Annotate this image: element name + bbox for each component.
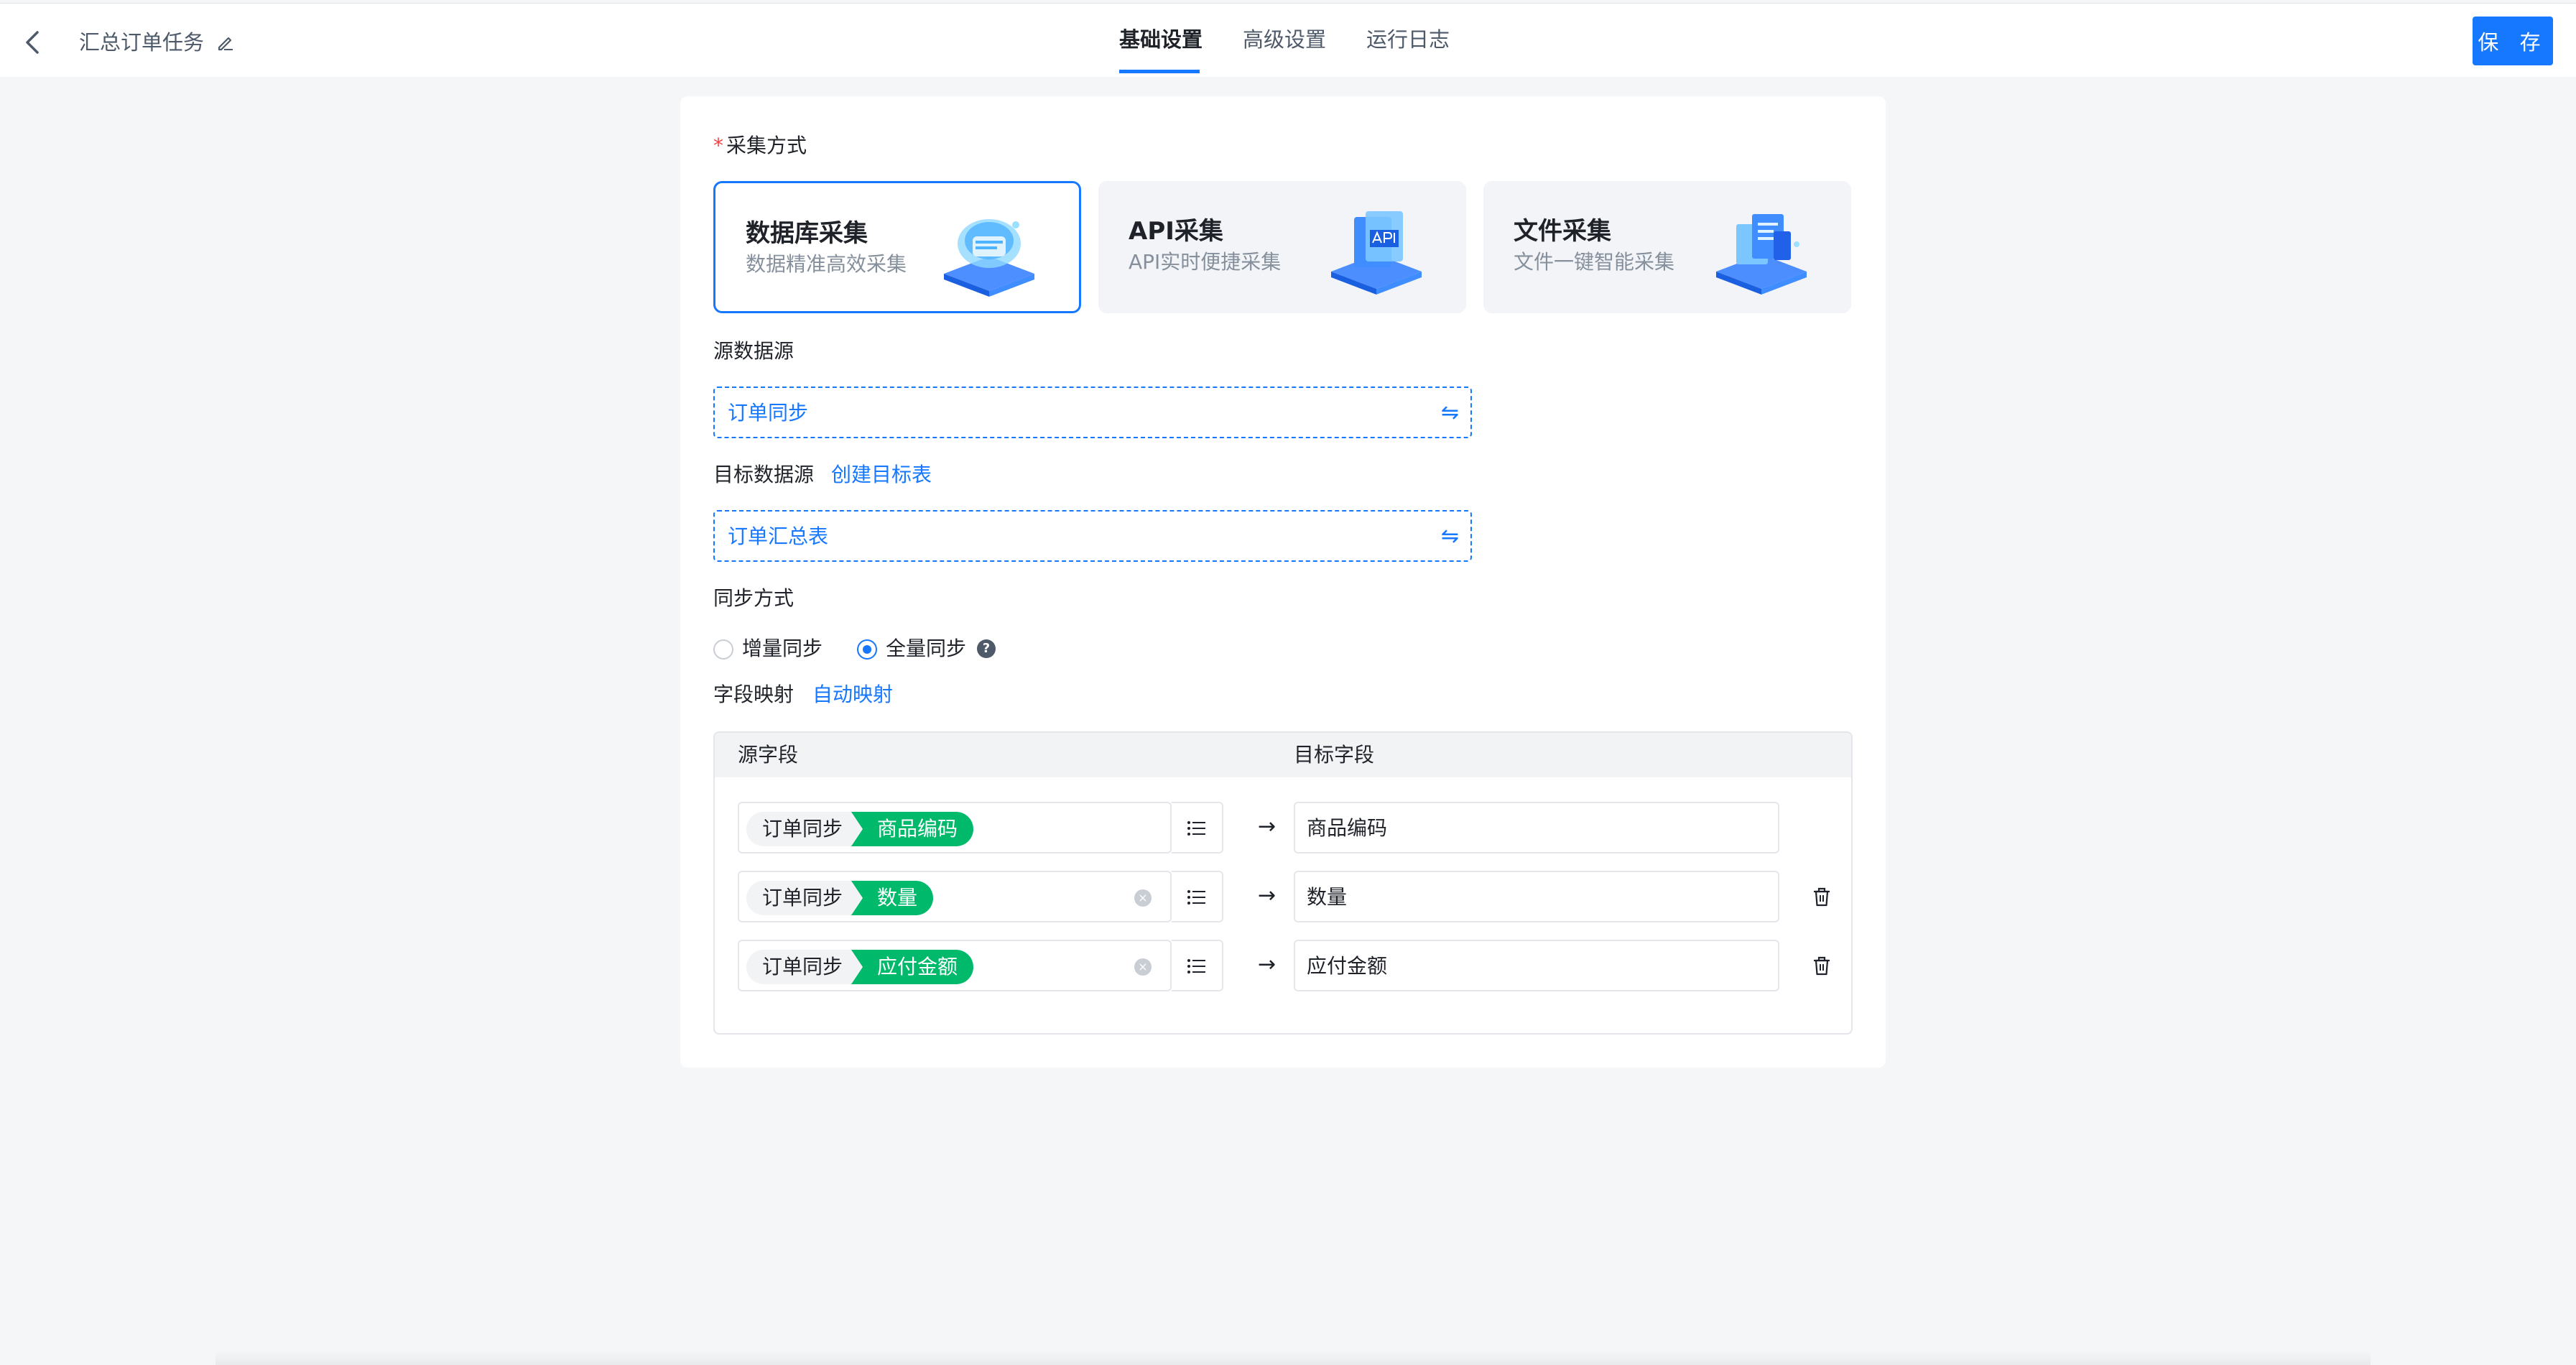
target-field-header: 目标字段 bbox=[1294, 743, 1375, 767]
mapping-row: 订单同步 数量 × → 数量 bbox=[715, 871, 1851, 924]
save-button[interactable]: 保 存 bbox=[2473, 17, 2553, 65]
field-mapping-label: 字段映射 bbox=[713, 682, 794, 706]
target-field-input[interactable]: 数量 bbox=[1294, 871, 1779, 922]
arrow-right-icon: → bbox=[1258, 952, 1277, 977]
source-value: 订单同步 bbox=[728, 401, 809, 425]
collect-method-label: * 采集方式 bbox=[713, 134, 807, 157]
source-label: 源数据源 bbox=[713, 339, 794, 363]
sync-mode-label: 同步方式 bbox=[713, 586, 794, 610]
incremental-sync-label[interactable]: 增量同步 bbox=[742, 635, 823, 662]
target-field-input[interactable]: 应付金额 bbox=[1294, 940, 1779, 991]
trash-icon[interactable] bbox=[1811, 885, 1833, 908]
auto-mapping-link[interactable]: 自动映射 bbox=[812, 681, 893, 708]
target-label: 目标数据源 bbox=[713, 463, 815, 486]
arrow-right-icon: → bbox=[1258, 814, 1277, 839]
card-database-collect[interactable]: 数据库采集 数据精准高效采集 bbox=[713, 181, 1081, 313]
card-title: 文件采集 bbox=[1514, 217, 1611, 246]
swap-icon[interactable]: ⇋ bbox=[1441, 526, 1459, 547]
arrow-right-icon: → bbox=[1258, 883, 1277, 908]
card-title: 数据库采集 bbox=[746, 219, 868, 248]
source-field-input[interactable]: 订单同步 数量 × bbox=[738, 871, 1172, 922]
swap-icon[interactable]: ⇋ bbox=[1441, 402, 1459, 424]
radio-full-sync[interactable] bbox=[857, 639, 877, 660]
full-sync-label[interactable]: 全量同步 bbox=[886, 635, 966, 662]
card-file-collect[interactable]: 文件采集 文件一键智能采集 bbox=[1483, 181, 1851, 313]
table-header: 源字段 目标字段 bbox=[715, 733, 1851, 777]
mapping-row: 订单同步 商品编码 → 商品编码 bbox=[715, 802, 1851, 855]
tab-advanced-settings[interactable]: 高级设置 bbox=[1243, 25, 1326, 54]
target-field-value: 数量 bbox=[1307, 885, 1348, 909]
field-mapping-table: 源字段 目标字段 订单同步 商品编码 → 商品编码 订单同步 数量 × → 数量… bbox=[713, 731, 1853, 1035]
target-field-value: 应付金额 bbox=[1307, 954, 1388, 978]
api-icon bbox=[1322, 203, 1430, 296]
field-list-button[interactable] bbox=[1172, 871, 1223, 922]
target-select[interactable]: 订单汇总表 ⇋ bbox=[713, 510, 1472, 562]
source-select[interactable]: 订单同步 ⇋ bbox=[713, 387, 1472, 438]
back-arrow-icon[interactable] bbox=[22, 29, 43, 55]
top-bar: 汇总订单任务 基础设置 高级设置 运行日志 保 存 bbox=[0, 3, 2576, 77]
source-field-header: 源字段 bbox=[738, 743, 799, 767]
card-subtitle: API实时便捷采集 bbox=[1129, 250, 1282, 274]
bottom-shadow bbox=[216, 1351, 2371, 1365]
edit-icon[interactable] bbox=[216, 32, 236, 52]
file-icon bbox=[1708, 203, 1815, 296]
tab-run-log[interactable]: 运行日志 bbox=[1366, 25, 1450, 54]
source-field-input[interactable]: 订单同步 商品编码 bbox=[738, 802, 1172, 853]
card-subtitle: 文件一键智能采集 bbox=[1514, 250, 1675, 274]
card-title: API采集 bbox=[1129, 217, 1223, 246]
create-target-table-link[interactable]: 创建目标表 bbox=[831, 461, 932, 489]
card-subtitle: 数据精准高效采集 bbox=[746, 252, 907, 276]
source-field-chip: 数量 bbox=[851, 881, 934, 915]
clear-icon[interactable]: × bbox=[1134, 889, 1152, 907]
database-cloud-icon bbox=[935, 205, 1043, 298]
help-icon[interactable]: ? bbox=[977, 639, 996, 658]
source-field-input[interactable]: 订单同步 应付金额 × bbox=[738, 940, 1172, 991]
required-mark: * bbox=[713, 134, 723, 157]
clear-icon[interactable]: × bbox=[1134, 958, 1152, 976]
field-list-button[interactable] bbox=[1172, 802, 1223, 853]
list-icon bbox=[1187, 890, 1205, 904]
tab-basic-settings[interactable]: 基础设置 bbox=[1119, 25, 1203, 54]
mapping-row: 订单同步 应付金额 × → 应付金额 bbox=[715, 940, 1851, 993]
target-value: 订单汇总表 bbox=[728, 524, 829, 548]
card-api-collect[interactable]: API采集 API实时便捷采集 bbox=[1098, 181, 1466, 313]
target-field-value: 商品编码 bbox=[1307, 816, 1388, 840]
task-title: 汇总订单任务 bbox=[79, 30, 205, 55]
active-tab-indicator bbox=[1119, 70, 1200, 73]
trash-icon[interactable] bbox=[1811, 954, 1833, 977]
settings-panel: * 采集方式 数据库采集 数据精准高效采集 API采集 API实时便捷采集 文件… bbox=[680, 96, 1886, 1068]
field-list-button[interactable] bbox=[1172, 940, 1223, 991]
source-field-chip: 商品编码 bbox=[851, 812, 974, 846]
source-field-chip: 应付金额 bbox=[851, 950, 974, 984]
list-icon bbox=[1187, 821, 1205, 836]
list-icon bbox=[1187, 959, 1205, 973]
radio-incremental-sync[interactable] bbox=[713, 639, 733, 660]
target-field-input[interactable]: 商品编码 bbox=[1294, 802, 1779, 853]
